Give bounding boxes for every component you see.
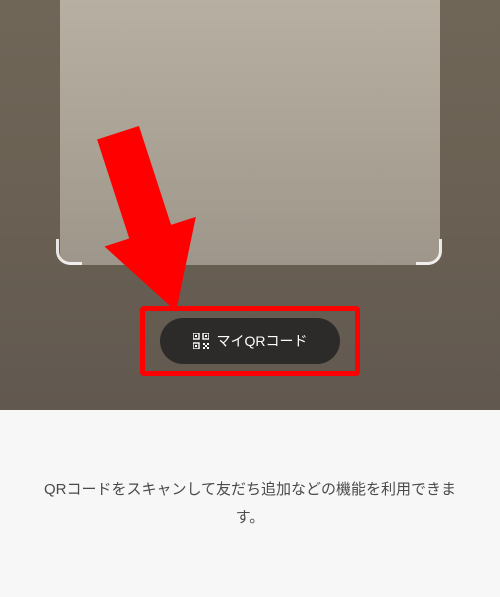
- instruction-area: QRコードをスキャンして友だち追加などの機能を利用できます。: [0, 410, 500, 597]
- qr-icon: [193, 333, 209, 349]
- scan-frame: [60, 0, 440, 265]
- instruction-text: QRコードをスキャンして友だち追加などの機能を利用できます。: [42, 476, 458, 532]
- my-qr-code-label: マイQRコード: [217, 331, 308, 351]
- camera-scan-area: マイQRコード: [0, 0, 500, 410]
- scan-corner-bottom-right: [416, 239, 442, 265]
- my-qr-code-button[interactable]: マイQRコード: [160, 318, 340, 364]
- scan-corner-bottom-left: [56, 239, 82, 265]
